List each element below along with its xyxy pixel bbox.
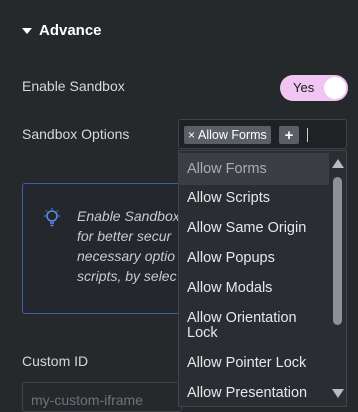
custom-id-field[interactable] (22, 382, 182, 412)
option-allow-scripts[interactable]: Allow Scripts (179, 191, 329, 206)
section-header-advance[interactable]: Advance (22, 22, 102, 39)
enable-sandbox-toggle[interactable]: Yes (280, 75, 348, 101)
sandbox-options-select[interactable]: × Allow Forms + (178, 119, 347, 149)
scroll-down-icon[interactable] (332, 389, 344, 398)
sandbox-options-label: Sandbox Options (22, 126, 130, 142)
option-allow-orientation-lock[interactable]: Allow Orientation Lock (179, 311, 309, 341)
option-allow-pointer-lock[interactable]: Allow Pointer Lock (179, 356, 329, 371)
option-allow-same-origin[interactable]: Allow Same Origin (179, 221, 329, 236)
text-cursor (307, 128, 308, 142)
selected-tag-allow-forms: × Allow Forms (184, 126, 271, 144)
option-allow-forms[interactable]: Allow Forms (179, 153, 329, 185)
option-allow-popups[interactable]: Allow Popups (179, 251, 329, 266)
enable-sandbox-label: Enable Sandbox (22, 78, 125, 94)
caret-down-icon (22, 27, 32, 34)
toggle-yes-label: Yes (293, 80, 315, 95)
toggle-knob (324, 77, 346, 99)
selected-tag-label: Allow Forms (198, 128, 267, 142)
option-allow-presentation[interactable]: Allow Presentation (179, 386, 329, 401)
section-title: Advance (39, 22, 102, 39)
custom-id-input[interactable] (23, 383, 181, 408)
option-allow-modals[interactable]: Allow Modals (179, 281, 329, 296)
scroll-up-icon[interactable] (332, 159, 344, 168)
dropdown-scrollbar[interactable] (329, 151, 346, 406)
remove-tag-icon[interactable]: × (188, 128, 195, 142)
add-option-button[interactable]: + (279, 126, 299, 144)
lightbulb-icon (44, 208, 60, 227)
custom-id-label: Custom ID (22, 353, 89, 369)
sandbox-options-dropdown: Allow Forms Allow Scripts Allow Same Ori… (178, 150, 347, 407)
scroll-thumb[interactable] (333, 177, 342, 325)
